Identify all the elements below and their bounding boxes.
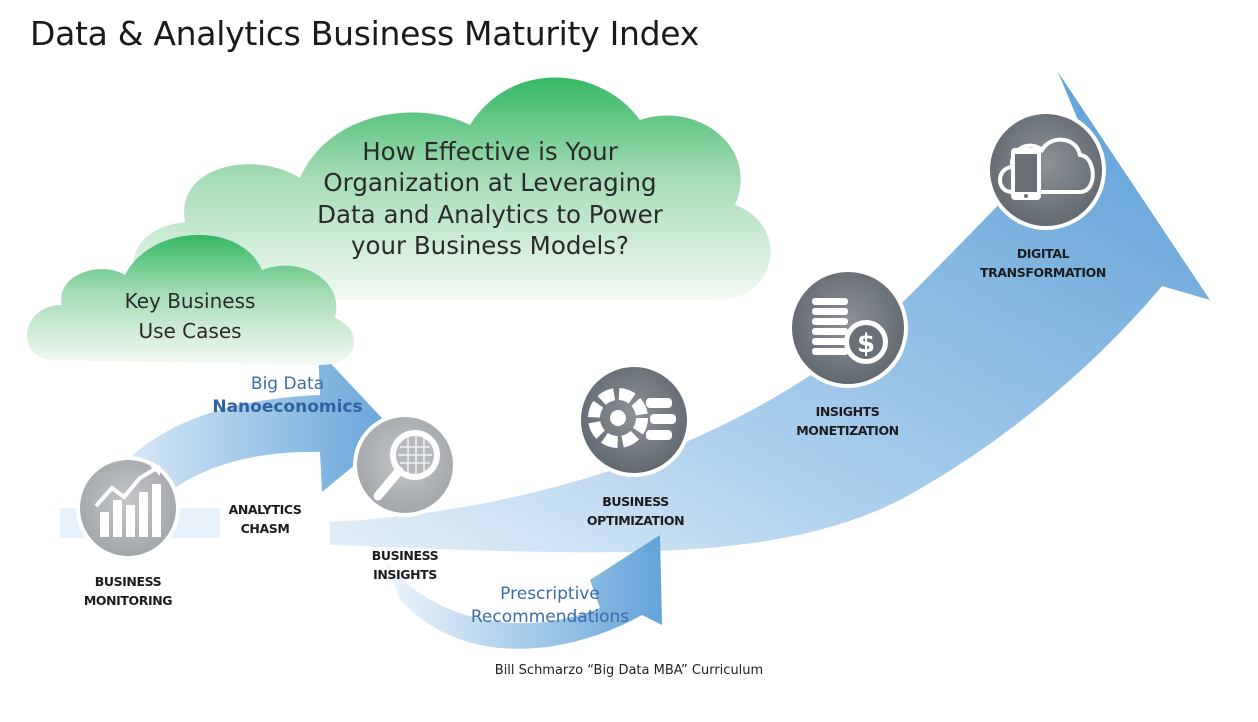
stage-label-line: BUSINESS	[94, 574, 162, 589]
chart-trend-icon	[76, 456, 180, 560]
analytics-chasm-label: ANALYTICS CHASM	[210, 500, 320, 539]
stage-label-transformation: DIGITAL TRANSFORMATION	[968, 244, 1118, 283]
nanoeconomics-line: Nanoeconomics	[212, 396, 363, 417]
coins-dollar-icon: $	[788, 268, 908, 388]
stage-label-line: MONETIZATION	[796, 423, 899, 439]
stage-label-insights: BUSINESS INSIGHTS	[345, 546, 465, 585]
stage-label-monetization: INSIGHTS MONETIZATION	[780, 402, 915, 441]
stage-label-line: INSIGHTS	[815, 404, 880, 419]
stage-label-line: BUSINESS	[602, 494, 669, 509]
diagram-canvas: $ Data & Analytics Business Maturity Ind…	[0, 0, 1258, 722]
stage-label-optimization: BUSINESS OPTIMIZATION	[568, 492, 703, 531]
page-title: Data & Analytics Business Maturity Index	[30, 14, 699, 53]
chasm-line: CHASM	[240, 521, 290, 537]
gears-icon	[577, 363, 691, 477]
stage-label-line: MONITORING	[83, 593, 173, 609]
use-cases-line: Use Cases	[138, 319, 242, 343]
stage-label-line: OPTIMIZATION	[586, 513, 685, 529]
stage-label-line: DIGITAL	[1016, 246, 1070, 261]
chasm-line: ANALYTICS	[228, 502, 302, 517]
stage-label-line: INSIGHTS	[373, 567, 437, 583]
svg-text:$: $	[857, 329, 875, 359]
nanoeconomics-line: Big Data	[250, 374, 325, 394]
main-cloud-line: your Business Models?	[350, 231, 630, 261]
cloud-tablet-icon	[986, 110, 1106, 230]
nanoeconomics-label: Big Data Nanoeconomics	[200, 373, 375, 419]
main-cloud-line: Data and Analytics to Power	[317, 199, 663, 229]
stage-label-line: BUSINESS	[371, 548, 439, 563]
curriculum-credit: Bill Schmarzo “Big Data MBA” Curriculum	[494, 663, 764, 678]
magnifier-icon	[353, 413, 457, 517]
recommendations-line: Recommendations	[470, 606, 630, 627]
stage-label-monitoring: BUSINESS MONITORING	[68, 572, 188, 611]
use-cases-cloud-text: Key Business Use Cases	[85, 286, 295, 346]
recommendations-label: Prescriptive Recommendations	[450, 583, 650, 629]
main-cloud-line: Organization at Leveraging	[323, 168, 657, 198]
main-cloud-line: How Effective is Your	[362, 137, 618, 166]
recommendations-line: Prescriptive	[500, 584, 600, 604]
use-cases-line: Key Business	[124, 289, 256, 313]
main-cloud-question: How Effective is Your Organization at Le…	[285, 136, 695, 261]
stage-label-line: TRANSFORMATION	[980, 265, 1106, 281]
